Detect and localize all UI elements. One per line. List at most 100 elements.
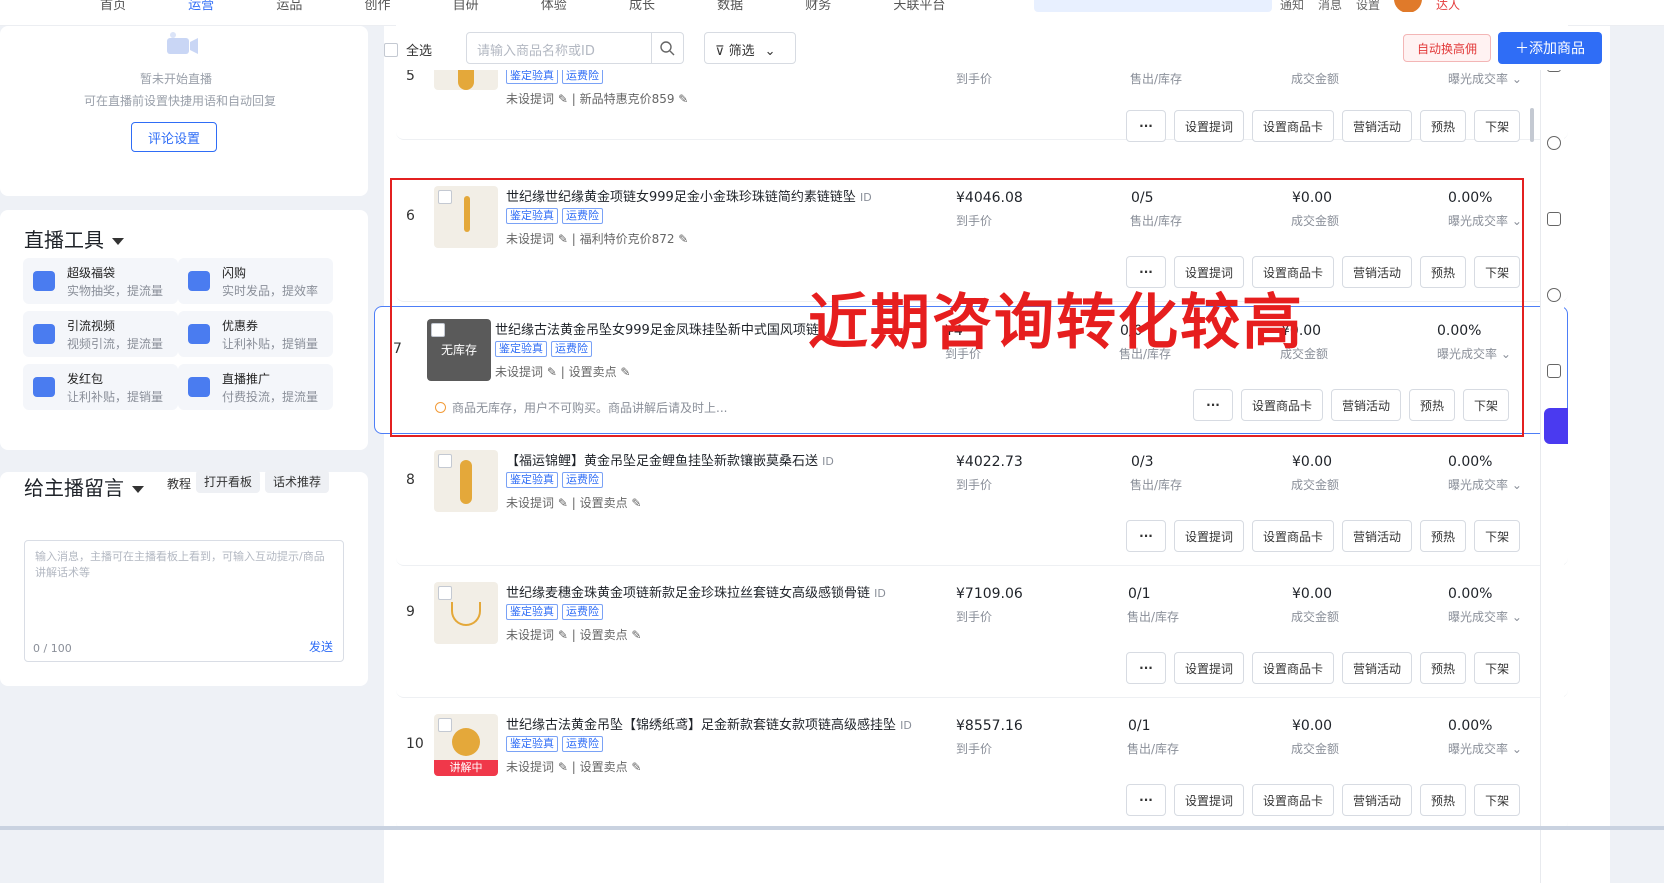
select-all-checkbox[interactable] <box>384 43 398 57</box>
warmup-button[interactable]: 预热 <box>1420 652 1467 684</box>
search-icon[interactable] <box>651 33 683 63</box>
tool-live-promote[interactable]: 直播推广 付费投流，提流量 <box>178 364 333 410</box>
marketing-button[interactable]: 营销活动 <box>1342 256 1413 288</box>
tool-name: 闪购 <box>222 266 247 280</box>
creator-link[interactable]: 达人 <box>1436 0 1460 13</box>
marketing-button[interactable]: 营销活动 <box>1331 389 1402 421</box>
set-prompt-button[interactable]: 设置提词 <box>1174 110 1245 142</box>
script-recommend-button[interactable]: 话术推荐 <box>265 470 330 493</box>
row-checkbox[interactable] <box>438 718 452 732</box>
notification-link[interactable]: 通知 <box>1280 0 1304 13</box>
ctr-label[interactable]: 曝光成交率 ⌄ <box>1448 476 1522 493</box>
no-stock-badge: 无库存 <box>440 343 477 357</box>
add-product-button[interactable]: ＋添加商品 <box>1498 32 1602 64</box>
more-button[interactable]: ··· <box>1126 520 1166 552</box>
product-thumbnail[interactable] <box>434 186 498 248</box>
tool-coupon[interactable]: 优惠券 让利补贴，提销量 <box>178 311 333 357</box>
off-shelf-button[interactable]: 下架 <box>1463 389 1510 421</box>
ctr-label[interactable]: 曝光成交率 ⌄ <box>1448 70 1522 87</box>
ctr-label[interactable]: 曝光成交率 ⌄ <box>1448 212 1522 229</box>
video-icon <box>33 324 55 344</box>
warmup-button[interactable]: 预热 <box>1420 784 1467 816</box>
nav-item-active[interactable]: 运营 <box>188 0 214 13</box>
select-all[interactable]: 全选 <box>384 40 432 59</box>
product-thumbnail[interactable] <box>434 582 498 644</box>
nav-item[interactable]: 运品 <box>276 0 302 13</box>
rail-icon[interactable] <box>1547 364 1561 378</box>
marketing-button[interactable]: 营销活动 <box>1342 520 1413 552</box>
ctr-label[interactable]: 曝光成交率 ⌄ <box>1448 608 1522 625</box>
set-product-card-button[interactable]: 设置商品卡 <box>1252 110 1335 142</box>
tag-authenticity: 鉴定验真 <box>506 68 558 84</box>
tool-flash-buy[interactable]: 闪购 实时发品，提效率 <box>178 258 333 304</box>
more-button[interactable]: ··· <box>1126 110 1166 142</box>
auto-swap-high-commission-button[interactable]: 自动换高佣 <box>1403 34 1491 62</box>
floating-assistant-button[interactable] <box>1544 408 1568 444</box>
tool-super-lucky-bag[interactable]: 超级福袋 实物抽奖，提流量 <box>23 258 178 304</box>
product-thumbnail[interactable] <box>434 450 498 512</box>
tutorial-link[interactable]: 教程 <box>167 475 191 492</box>
more-button[interactable]: ··· <box>1126 784 1166 816</box>
set-prompt-button[interactable]: 设置提词 <box>1174 652 1245 684</box>
more-button[interactable]: ··· <box>1126 652 1166 684</box>
warmup-button[interactable]: 预热 <box>1420 256 1467 288</box>
scrollbar-thumb[interactable] <box>1530 108 1534 142</box>
set-product-card-button[interactable]: 设置商品卡 <box>1252 520 1335 552</box>
tool-traffic-video[interactable]: 引流视频 视频引流，提流量 <box>23 311 178 357</box>
warmup-button[interactable]: 预热 <box>1409 389 1456 421</box>
product-thumbnail[interactable]: 讲解中 <box>434 714 498 776</box>
coupon-icon <box>188 324 210 344</box>
row-checkbox[interactable] <box>438 586 452 600</box>
filter-dropdown[interactable]: ⊽ 筛选 ⌄ <box>704 32 796 64</box>
nav-item[interactable]: 创作 <box>364 0 390 13</box>
send-message-button[interactable]: 发送 <box>309 638 333 655</box>
open-board-button[interactable]: 打开看板 <box>196 470 261 493</box>
warmup-button[interactable]: 预热 <box>1420 520 1467 552</box>
ctr-label[interactable]: 曝光成交率 ⌄ <box>1448 740 1522 757</box>
warmup-button[interactable]: 预热 <box>1420 110 1467 142</box>
price-value: ¥8557.16 <box>956 718 1023 734</box>
explaining-badge: 讲解中 <box>434 760 498 776</box>
tag-shipping-insurance: 运费险 <box>562 472 603 488</box>
off-shelf-button[interactable]: 下架 <box>1474 256 1521 288</box>
rail-icon[interactable] <box>1547 136 1561 150</box>
rail-icon[interactable] <box>1547 212 1561 226</box>
product-search-input[interactable]: 请输入商品名称或ID <box>466 32 684 64</box>
comment-settings-button[interactable]: 评论设置 <box>131 122 217 152</box>
off-shelf-button[interactable]: 下架 <box>1474 110 1521 142</box>
live-status-card: 暂未开始直播 可在直播前设置快捷用语和自动回复 评论设置 <box>0 26 368 196</box>
marketing-button[interactable]: 营销活动 <box>1342 652 1413 684</box>
row-checkbox[interactable] <box>431 323 445 337</box>
live-tools-title[interactable]: 直播工具 <box>24 224 124 253</box>
product-thumbnail[interactable]: 无库存 <box>427 319 491 381</box>
product-title: 世纪缘古法黄金吊坠女999足金凤珠挂坠新中式国风项链 <box>495 323 819 338</box>
more-button[interactable]: ··· <box>1193 389 1233 421</box>
settings-link[interactable]: 设置 <box>1356 0 1380 13</box>
live-hint-text: 可在直播前设置快捷用语和自动回复 <box>84 94 277 108</box>
gmv-label: 成交金额 <box>1291 478 1340 492</box>
ctr-label[interactable]: 曝光成交率 ⌄ <box>1437 345 1511 362</box>
set-product-card-button[interactable]: 设置商品卡 <box>1252 652 1335 684</box>
set-prompt-button[interactable]: 设置提词 <box>1174 520 1245 552</box>
row-checkbox[interactable] <box>438 454 452 468</box>
top-search-box[interactable] <box>1034 0 1272 12</box>
row-checkbox[interactable] <box>438 190 452 204</box>
gift-bag-icon <box>33 271 55 291</box>
tool-desc: 实时发品，提效率 <box>222 284 319 298</box>
set-prompt-button[interactable]: 设置提词 <box>1174 784 1245 816</box>
marketing-button[interactable]: 营销活动 <box>1342 784 1413 816</box>
set-product-card-button[interactable]: 设置商品卡 <box>1252 784 1335 816</box>
anchor-message-title[interactable]: 给主播留言 <box>24 472 144 501</box>
anchor-message-input[interactable]: 输入消息，主播可在主播看板上看到，可输入互动提示/商品讲解话术等 0 / 100… <box>24 540 344 662</box>
off-shelf-button[interactable]: 下架 <box>1474 784 1521 816</box>
red-packet-icon <box>33 377 55 397</box>
marketing-button[interactable]: 营销活动 <box>1342 110 1413 142</box>
off-shelf-button[interactable]: 下架 <box>1474 520 1521 552</box>
off-shelf-button[interactable]: 下架 <box>1474 652 1521 684</box>
set-product-card-button[interactable]: 设置商品卡 <box>1241 389 1324 421</box>
product-sub-info: 未设提词 ✎ | 设置卖点 ✎ <box>506 628 642 642</box>
nav-item[interactable]: 首页 <box>100 0 126 13</box>
message-link[interactable]: 消息 <box>1318 0 1342 13</box>
rail-icon[interactable] <box>1547 288 1561 302</box>
tool-red-packet[interactable]: 发红包 让利补贴，提销量 <box>23 364 178 410</box>
